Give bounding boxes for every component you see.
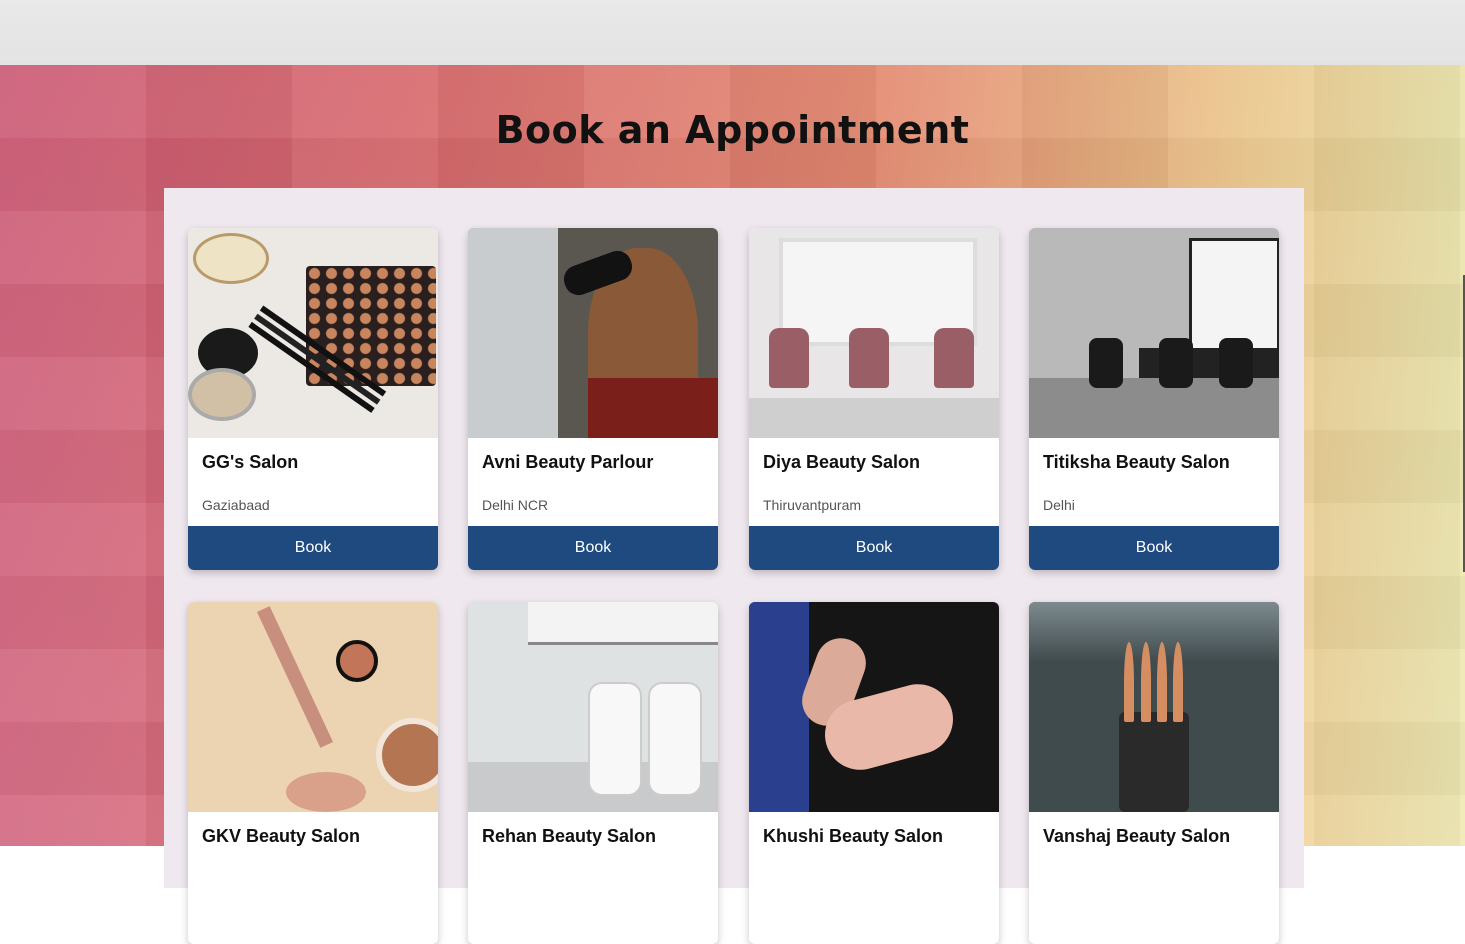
salon-city: Delhi NCR xyxy=(482,497,549,513)
book-button[interactable]: Book xyxy=(468,526,718,570)
salon-card: GG's Salon Gaziabaad Book xyxy=(188,228,438,570)
nail-painting-photo xyxy=(749,602,999,812)
page-title: Book an Appointment xyxy=(495,108,970,152)
salon-city: Delhi xyxy=(1043,497,1075,513)
hair-drying-photo xyxy=(468,228,718,438)
salon-name: Titiksha Beauty Salon xyxy=(1043,452,1230,472)
salon-name: GG's Salon xyxy=(202,452,299,472)
cosmetics-flatlay-photo xyxy=(188,602,438,812)
salon-name: Vanshaj Beauty Salon xyxy=(1043,826,1231,846)
salon-card: Rehan Beauty Salon xyxy=(468,602,718,944)
salon-card: Diya Beauty Salon Thiruvantpuram Book xyxy=(749,228,999,570)
salon-name: Rehan Beauty Salon xyxy=(482,826,657,846)
makeup-palette-photo xyxy=(188,228,438,438)
salon-card: Vanshaj Beauty Salon xyxy=(1029,602,1279,944)
pedicure-chairs-photo xyxy=(468,602,718,812)
salon-grid-panel: GG's Salon Gaziabaad Book Avni Beauty Pa… xyxy=(164,188,1304,944)
salon-chairs-photo xyxy=(749,228,999,438)
salon-city: Thiruvantpuram xyxy=(763,497,862,513)
book-button[interactable]: Book xyxy=(1029,526,1279,570)
salon-card: Titiksha Beauty Salon Delhi Book xyxy=(1029,228,1279,570)
salon-name: GKV Beauty Salon xyxy=(202,826,361,846)
salon-city: Gaziabaad xyxy=(202,497,270,513)
salon-name: Avni Beauty Parlour xyxy=(482,452,654,472)
salon-interior-bw-photo xyxy=(1029,228,1279,438)
salon-card: GKV Beauty Salon xyxy=(188,602,438,944)
salon-card: Avni Beauty Parlour Delhi NCR Book xyxy=(468,228,718,570)
salon-name: Diya Beauty Salon xyxy=(763,452,921,472)
salon-name: Khushi Beauty Salon xyxy=(763,826,944,846)
book-button[interactable]: Book xyxy=(188,526,438,570)
makeup-brushes-photo xyxy=(1029,602,1279,812)
salon-card: Khushi Beauty Salon xyxy=(749,602,999,944)
book-button[interactable]: Book xyxy=(749,526,999,570)
browser-top-bar xyxy=(0,0,1465,65)
